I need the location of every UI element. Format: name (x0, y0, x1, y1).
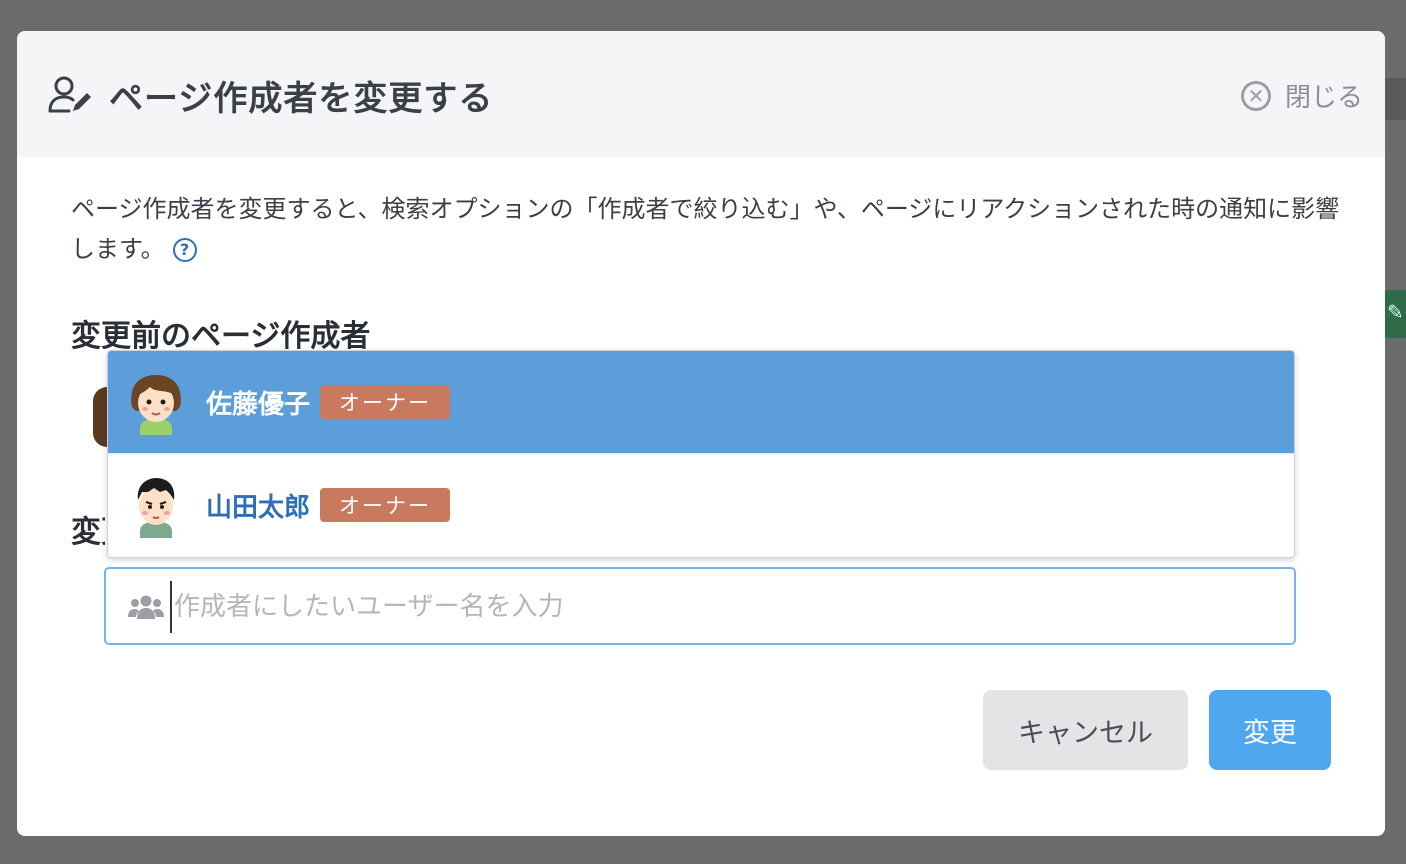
after-author-label: 変更後のページ作成者 (71, 507, 105, 551)
owner-badge: オーナー (320, 385, 450, 419)
before-author-label: 変更前のページ作成者 (71, 319, 371, 354)
change-author-modal: ページ作成者を変更する ✕ 閉じる ページ作成者を変更すると、検索オプションの「… (17, 31, 1385, 836)
user-option-name: 山田太郎 (206, 492, 311, 523)
close-button[interactable]: ✕ 閉じる (1240, 77, 1363, 114)
after-author-label-text: 変更後のページ作成者 (71, 515, 105, 550)
user-option[interactable]: 佐藤優子 オーナー (108, 351, 1294, 453)
user-suggestion-dropdown: 佐藤優子 オーナー 山田太郎 オーナー (107, 350, 1295, 558)
close-label: 閉じる (1284, 83, 1363, 113)
user-edit-icon (48, 76, 91, 113)
author-search-field[interactable] (104, 567, 1296, 645)
users-icon (128, 595, 164, 619)
cancel-button[interactable]: キャンセル (983, 690, 1188, 770)
avatar (131, 375, 181, 435)
author-search-input[interactable] (170, 581, 1276, 633)
background-edit-button (1384, 290, 1406, 338)
change-button[interactable]: 変更 (1209, 690, 1331, 770)
background-button-fragment (1382, 78, 1406, 120)
help-icon[interactable]: ? (172, 238, 197, 262)
current-author-avatar (93, 387, 107, 447)
modal-description: ページ作成者を変更すると、検索オプションの「作成者で絞り込む」や、ページにリアク… (71, 189, 1341, 269)
avatar (137, 478, 175, 538)
close-icon: ✕ (1240, 80, 1271, 111)
owner-badge: オーナー (320, 488, 450, 522)
user-option[interactable]: 山田太郎 オーナー (108, 453, 1294, 556)
modal-title: ページ作成者を変更する (109, 79, 494, 119)
user-option-name: 佐藤優子 (206, 389, 311, 420)
description-text: ページ作成者を変更すると、検索オプションの「作成者で絞り込む」や、ページにリアク… (71, 195, 1340, 263)
modal-header: ページ作成者を変更する ✕ 閉じる (17, 31, 1385, 157)
